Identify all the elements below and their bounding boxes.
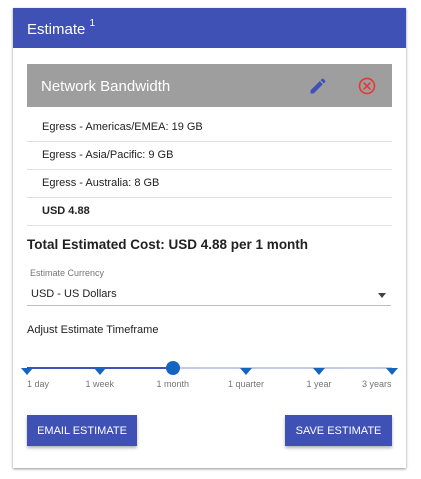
slider-tick[interactable] (94, 368, 106, 375)
remove-item-button[interactable] (357, 76, 377, 96)
slider-tick[interactable] (21, 368, 33, 375)
slider-tick[interactable] (386, 368, 398, 375)
line-item: Egress - Americas/EMEA: 19 GB (27, 114, 392, 142)
card-header: Estimate 1 (13, 8, 406, 48)
currency-value: USD - US Dollars (31, 288, 117, 300)
slider-tick-label: 1 day (27, 379, 50, 389)
slider-tick-label: 3 years (362, 379, 392, 389)
card-title: Estimate 1 (27, 18, 96, 38)
email-estimate-button[interactable]: Email Estimate (27, 415, 137, 446)
slider-tick[interactable] (313, 368, 325, 375)
line-item-total: USD 4.88 (27, 198, 392, 226)
line-item-label: Egress - Asia/Pacific: 9 GB (42, 149, 174, 161)
line-item: Egress - Australia: 8 GB (27, 170, 392, 198)
slider-tick-label: 1 quarter (228, 379, 265, 389)
total-estimated-cost: Total Estimated Cost: USD 4.88 per 1 mon… (27, 237, 309, 252)
line-item-label: Egress - Australia: 8 GB (42, 177, 160, 189)
slider-thumb[interactable] (166, 361, 180, 375)
currency-label: Estimate Currency (30, 268, 105, 278)
estimate-item-header: Network Bandwidth (27, 64, 392, 107)
close-circle-icon (358, 77, 376, 95)
caret-down-icon (378, 293, 386, 298)
slider-tick-label: 1 year (306, 379, 332, 389)
edit-item-button[interactable] (308, 76, 328, 96)
line-item: Egress - Asia/Pacific: 9 GB (27, 142, 392, 170)
estimate-card: Estimate 1 Network Bandwidth Egress - Am… (13, 8, 406, 468)
slider-tick-label: 1 week (85, 379, 115, 389)
card-title-superscript: 1 (89, 18, 96, 29)
card-title-text: Estimate (27, 21, 86, 38)
timeframe-slider[interactable]: 1 day 1 week 1 month 1 quarter 1 year 3 years (21, 358, 398, 398)
slider-tick-label: 1 month (156, 379, 190, 389)
timeframe-label: Adjust Estimate Timeframe (27, 324, 159, 336)
line-item-label: Egress - Americas/EMEA: 19 GB (42, 121, 203, 133)
currency-select[interactable]: USD - US Dollars (27, 284, 391, 306)
slider-tick[interactable] (240, 368, 252, 375)
line-item-total-value: USD 4.88 (42, 205, 90, 217)
save-estimate-button[interactable]: Save Estimate (285, 415, 392, 446)
item-title: Network Bandwidth (41, 78, 171, 95)
pencil-icon (310, 78, 326, 94)
